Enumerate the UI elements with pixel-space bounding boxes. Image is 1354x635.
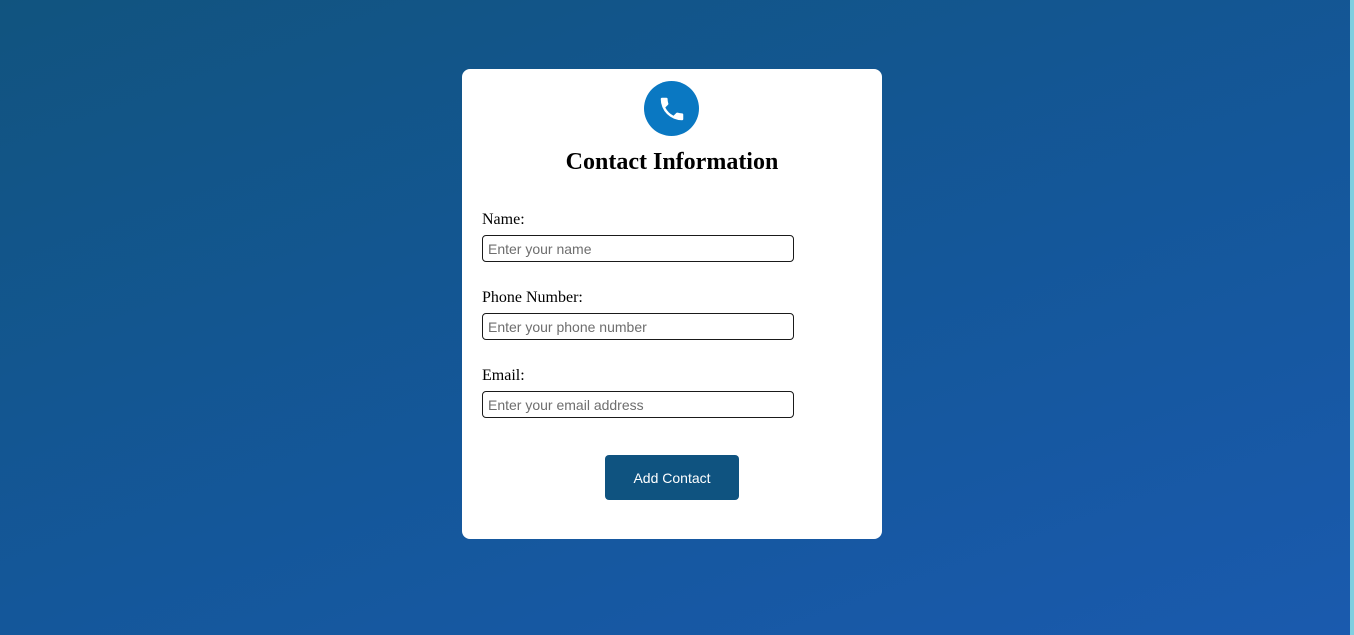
name-input[interactable] (482, 235, 794, 262)
add-contact-button[interactable]: Add Contact (605, 455, 739, 500)
phone-label: Phone Number: (482, 289, 583, 306)
phone-icon (644, 81, 699, 136)
email-label: Email: (482, 367, 525, 384)
email-input[interactable] (482, 391, 794, 418)
email-field-group: Email: (482, 367, 794, 418)
phone-input[interactable] (482, 313, 794, 340)
page-title: Contact Information (565, 149, 779, 175)
phone-field-group: Phone Number: (482, 289, 794, 340)
name-label: Name: (482, 211, 525, 228)
window-edge-strip (1350, 0, 1354, 635)
name-field-group: Name: (482, 211, 794, 262)
contact-card: Contact Information Name: Phone Number: … (462, 69, 882, 539)
